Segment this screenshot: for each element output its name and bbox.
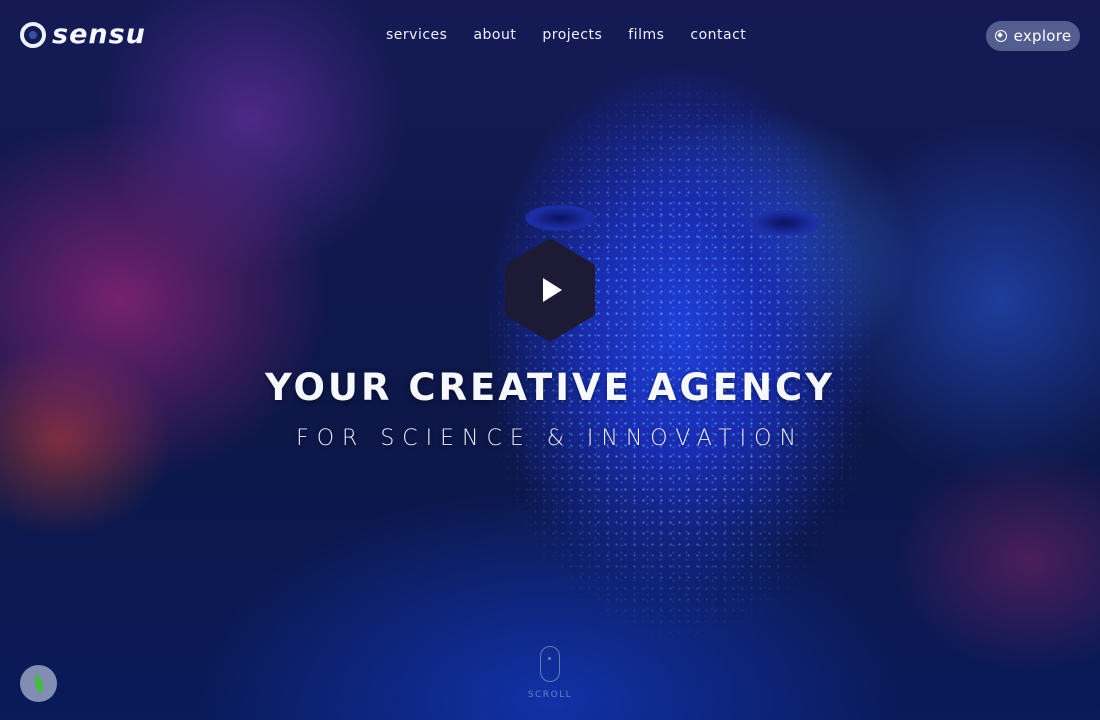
nav-services[interactable]: services [386, 27, 447, 43]
nav-contact[interactable]: contact [690, 27, 746, 43]
hero-subline: FOR SCIENCE & INNOVATION [296, 426, 804, 451]
right-eye [750, 210, 820, 236]
nav-films[interactable]: films [628, 27, 664, 43]
mouse-icon[interactable] [540, 646, 560, 682]
compass-icon [994, 30, 1007, 42]
ring-logo-icon [20, 22, 46, 48]
main-nav: services about projects films contact [386, 27, 746, 43]
hero-background [0, 0, 1100, 720]
scroll-label: SCROLL [527, 690, 573, 700]
explore-label: explore [1013, 27, 1072, 45]
nav-projects[interactable]: projects [542, 27, 602, 43]
play-button[interactable] [501, 238, 599, 342]
nav-about[interactable]: about [473, 27, 516, 43]
explore-button[interactable]: explore [986, 21, 1080, 51]
glow-particles [0, 0, 1100, 720]
leaf-icon [30, 673, 47, 694]
leaf-button[interactable] [20, 665, 57, 702]
left-eye [525, 205, 595, 231]
logo-text: sensu [52, 19, 146, 50]
hero-headline: YOUR CREATIVE AGENCY [264, 366, 835, 409]
play-icon [543, 278, 562, 302]
logo-link[interactable]: sensu [20, 20, 146, 50]
